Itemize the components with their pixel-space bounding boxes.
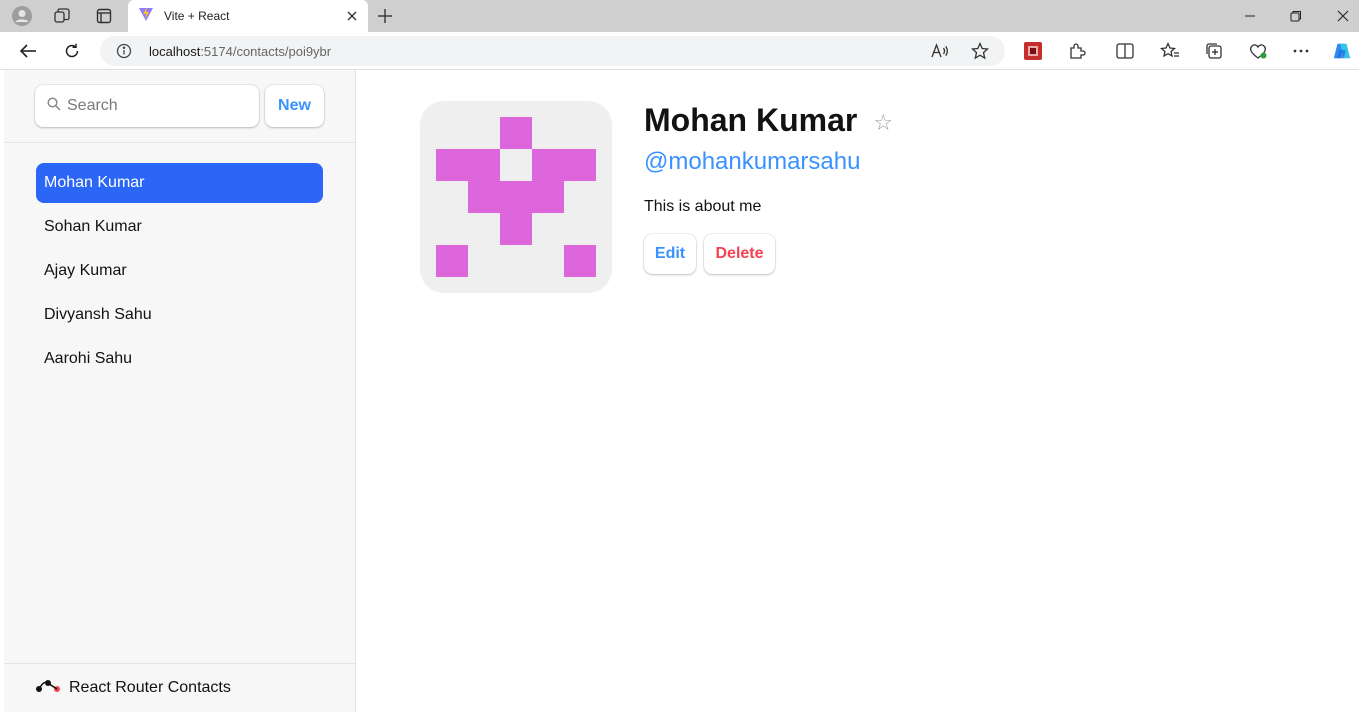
app-brand: React Router Contacts (4, 663, 355, 712)
contact-avatar (420, 101, 612, 293)
extension-icon[interactable] (1023, 41, 1043, 61)
app-brand-title: React Router Contacts (69, 679, 231, 696)
more-options-icon[interactable] (1291, 41, 1311, 61)
new-contact-button[interactable]: New (265, 85, 324, 127)
contact-detail: Mohan Kumar ☆ @mohankumarsahu This is ab… (356, 70, 1359, 712)
contact-twitter-handle-link[interactable]: @mohankumarsahu (644, 148, 860, 176)
contact-item-mohan-kumar[interactable]: Mohan Kumar (36, 163, 323, 203)
edit-button[interactable]: Edit (644, 234, 696, 274)
workspaces-icon[interactable] (50, 4, 74, 28)
identicon-image (436, 117, 596, 277)
contact-notes: This is about me (644, 198, 762, 215)
search-input[interactable] (67, 97, 247, 115)
extensions-puzzle-icon[interactable] (1067, 41, 1087, 61)
browser-toolbar: localhost:5174/contacts/poi9ybr (0, 32, 1359, 70)
vite-logo-icon (138, 6, 154, 27)
contact-name: Mohan Kumar (644, 102, 858, 138)
search-form: New (4, 70, 355, 143)
address-bar[interactable]: localhost:5174/contacts/poi9ybr (100, 36, 1005, 66)
collections-icon[interactable] (1204, 41, 1224, 61)
read-aloud-icon[interactable] (931, 42, 949, 60)
contact-item-sohan-kumar[interactable]: Sohan Kumar (36, 207, 323, 247)
favorites-icon[interactable] (1160, 41, 1180, 61)
contact-item-ajay-kumar[interactable]: Ajay Kumar (36, 251, 323, 291)
back-arrow-icon[interactable] (15, 39, 41, 63)
contact-item-aarohi-sahu[interactable]: Aarohi Sahu (36, 339, 323, 379)
favorite-star-icon[interactable] (971, 42, 989, 60)
profile-icon[interactable] (10, 4, 34, 28)
search-icon (47, 96, 61, 116)
favorite-star-toggle-icon[interactable]: ☆ (873, 111, 893, 134)
close-window-icon[interactable] (1320, 0, 1359, 32)
minimize-window-icon[interactable] (1227, 0, 1273, 32)
contact-name-row: Mohan Kumar ☆ (644, 102, 893, 139)
close-tab-icon[interactable] (344, 8, 360, 24)
copilot-icon[interactable] (1332, 41, 1352, 61)
refresh-icon[interactable] (59, 39, 85, 63)
url-host: localhost (149, 44, 201, 59)
split-screen-icon[interactable] (1115, 41, 1135, 61)
tab-actions-icon[interactable] (92, 4, 116, 28)
site-info-icon[interactable] (116, 43, 132, 59)
browser-essentials-icon[interactable] (1248, 41, 1268, 61)
tab-title: Vite + React (164, 9, 230, 23)
new-tab-icon[interactable] (374, 5, 396, 27)
browser-tab-strip: Vite + React (0, 0, 1359, 32)
delete-button[interactable]: Delete (704, 234, 775, 274)
url-path: :5174/contacts/poi9ybr (200, 44, 332, 59)
tab-vite-react[interactable]: Vite + React (128, 0, 368, 32)
react-router-logo-icon (35, 678, 61, 699)
url-text: localhost:5174/contacts/poi9ybr (149, 44, 331, 59)
contact-list: Mohan Kumar Sohan Kumar Ajay Kumar Divya… (36, 163, 323, 383)
search-field[interactable] (35, 85, 259, 127)
sidebar: New Mohan Kumar Sohan Kumar Ajay Kumar D… (4, 70, 356, 712)
contact-item-divyansh-sahu[interactable]: Divyansh Sahu (36, 295, 323, 335)
restore-window-icon[interactable] (1273, 0, 1319, 32)
